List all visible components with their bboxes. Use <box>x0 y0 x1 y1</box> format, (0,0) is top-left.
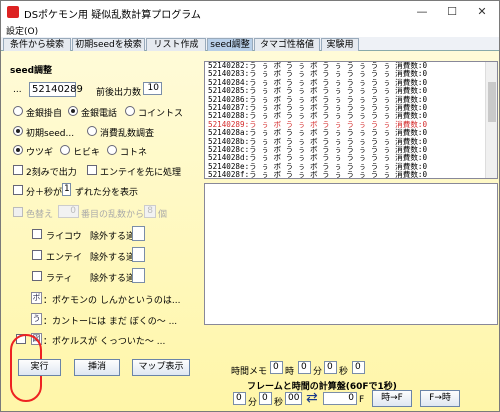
lati-exclude-label: 除外する道 <box>90 274 136 284</box>
memo-minute-input[interactable]: 0 <box>298 361 311 374</box>
radio-consumption-label: 消費乱数調査 <box>100 129 155 139</box>
app-icon <box>7 6 19 18</box>
time-memo-label: 時間メモ <box>231 367 268 377</box>
clear-button[interactable]: 挿消 <box>74 359 120 376</box>
check-two-steps[interactable] <box>13 165 23 175</box>
check-raikou[interactable] <box>32 229 42 239</box>
range-input[interactable]: 10 <box>143 82 162 95</box>
tab-search-by-condition[interactable]: 条件から検索 <box>3 38 71 51</box>
memo-second-input[interactable]: 0 <box>324 361 337 374</box>
radio-initial-seed-label: 初期seed... <box>26 129 75 139</box>
seed-heading: seed調整 <box>10 66 53 76</box>
check-entei[interactable] <box>32 250 42 260</box>
radio-consumption[interactable] <box>87 126 97 136</box>
seed-list[interactable]: 52140282:う ぅ ボ う ぅ ボ う ぅ う ぅ う ぅ 消費数:0 52… <box>204 61 498 179</box>
calc-ms-input[interactable]: 00 <box>285 392 302 405</box>
entei-exclude-label: 除外する道 <box>90 253 136 263</box>
radio-utsugi[interactable] <box>13 145 23 155</box>
speaker-text-2: ：カントーには まだ ぼくの～ ... <box>43 317 178 327</box>
radio-hibiki[interactable] <box>60 145 70 155</box>
raikou-label: ライコウ <box>46 232 82 242</box>
entei-exclude-input[interactable] <box>132 247 145 262</box>
speaker-box-2[interactable]: う <box>31 313 42 325</box>
frame-to-time-button[interactable]: F→時 <box>420 390 460 407</box>
check-lati[interactable] <box>32 271 42 281</box>
tab-egg-pid[interactable]: タマゴ性格値 <box>254 38 320 51</box>
swap-icon: ⇄ <box>306 390 318 406</box>
close-icon[interactable]: ✕ <box>467 1 497 23</box>
tab-experiment[interactable]: 実験用 <box>321 38 359 51</box>
seed-list-scrollbar[interactable] <box>485 62 497 178</box>
map-button[interactable]: マップ表示 <box>132 359 190 376</box>
minute-suffix-label: ずれた分を表示 <box>75 188 139 198</box>
range-label: 前後出力数 <box>96 88 142 98</box>
title-bar: DSポケモン用 疑似乱数計算プログラム — ☐ ✕ <box>1 1 499 23</box>
color-suffix-label: 個 <box>158 210 168 220</box>
tab-initial-seed[interactable]: 初期seedを検索 <box>72 38 145 51</box>
memo-second-unit: 秒 <box>339 367 349 377</box>
app-window: DSポケモン用 疑似乱数計算プログラム — ☐ ✕ 設定(O) 条件から検索 初… <box>0 0 500 412</box>
memo-extra-input[interactable]: 0 <box>352 361 365 374</box>
radio-kingin-kakeji-label: 金銀掛自 <box>26 109 63 119</box>
menu-bar: 設定(O) <box>1 23 499 37</box>
menu-settings[interactable]: 設定(O) <box>6 24 38 37</box>
speaker-text-3: ：ポケルスが くっついた～ ... <box>43 337 166 347</box>
radio-kingin-kakeji[interactable] <box>13 106 23 116</box>
lati-exclude-input[interactable] <box>132 268 145 283</box>
check-entei-first[interactable] <box>87 165 97 175</box>
calc-frame-input[interactable]: 0 <box>323 392 357 405</box>
run-button[interactable]: 実行 <box>18 359 61 376</box>
radio-kingin-denwa[interactable] <box>68 106 78 116</box>
memo-hour-input[interactable]: 0 <box>270 361 283 374</box>
minimize-icon[interactable]: — <box>407 1 437 23</box>
raikou-exclude-input[interactable] <box>132 226 145 241</box>
calc-frame-unit: F <box>359 395 365 405</box>
color-count-input[interactable]: 8 <box>144 205 156 218</box>
memo-hour-unit: 時 <box>285 367 295 377</box>
entei-label: エンテイ <box>46 253 83 263</box>
time-to-frame-button[interactable]: 時→F <box>372 390 412 407</box>
radio-utsugi-label: ウツギ <box>26 148 54 158</box>
radio-kotone[interactable] <box>107 145 117 155</box>
calc-second-unit: 秒 <box>274 398 284 408</box>
check-color-label: 色替え <box>26 210 54 220</box>
radio-kingin-denwa-label: 金銀電話 <box>81 109 118 119</box>
scrollbar-thumb[interactable] <box>488 82 496 122</box>
tab-list[interactable]: リスト作成 <box>146 38 206 51</box>
tab-bar: 条件から検索 初期seedを検索 リスト作成 seed調整 タマゴ性格値 実験用 <box>1 37 499 51</box>
seed-list-rows: 52140282:う ぅ ボ う ぅ ボ う ぅ う ぅ う ぅ 消費数:0 52… <box>205 62 497 178</box>
radio-cointoss[interactable] <box>125 106 135 116</box>
tab-seed-adjust[interactable]: seed調整 <box>207 38 253 51</box>
result-textarea[interactable] <box>204 183 498 325</box>
check-minute-second[interactable] <box>13 185 23 195</box>
calc-second-input[interactable]: 0 <box>259 392 272 405</box>
window-title: DSポケモン用 疑似乱数計算プログラム <box>24 10 201 21</box>
radio-initial-seed[interactable] <box>13 126 23 136</box>
maximize-icon[interactable]: ☐ <box>437 1 467 23</box>
check-color[interactable] <box>13 207 23 217</box>
speaker-box-1[interactable]: ボ <box>31 292 42 304</box>
check-entei-first-label: エンテイを先に処理 <box>100 168 182 178</box>
seed-ellipsis: ... <box>13 85 22 95</box>
check-two-steps-label: 2刻みで出力 <box>26 168 77 178</box>
calc-minute-unit: 分 <box>248 398 258 408</box>
color-mid-label: 番目の乱数から <box>81 210 145 220</box>
memo-minute-unit: 分 <box>313 367 323 377</box>
seed-input[interactable]: 52140289 <box>29 82 83 97</box>
color-start-input[interactable]: 0 <box>58 205 79 218</box>
lati-label: ラティ <box>46 274 73 284</box>
radio-kotone-label: コトネ <box>120 148 148 158</box>
check-minute-second-label: 分＋秒が <box>26 188 63 198</box>
radio-hibiki-label: ヒビキ <box>73 148 101 158</box>
radio-cointoss-label: コイントス <box>138 109 184 119</box>
minute-offset-input[interactable]: 1 <box>62 183 71 196</box>
raikou-exclude-label: 除外する道 <box>90 232 136 242</box>
calc-minute-input[interactable]: 0 <box>233 392 246 405</box>
speaker-text-1: ：ポケモンの しんかというのは... <box>43 296 181 306</box>
